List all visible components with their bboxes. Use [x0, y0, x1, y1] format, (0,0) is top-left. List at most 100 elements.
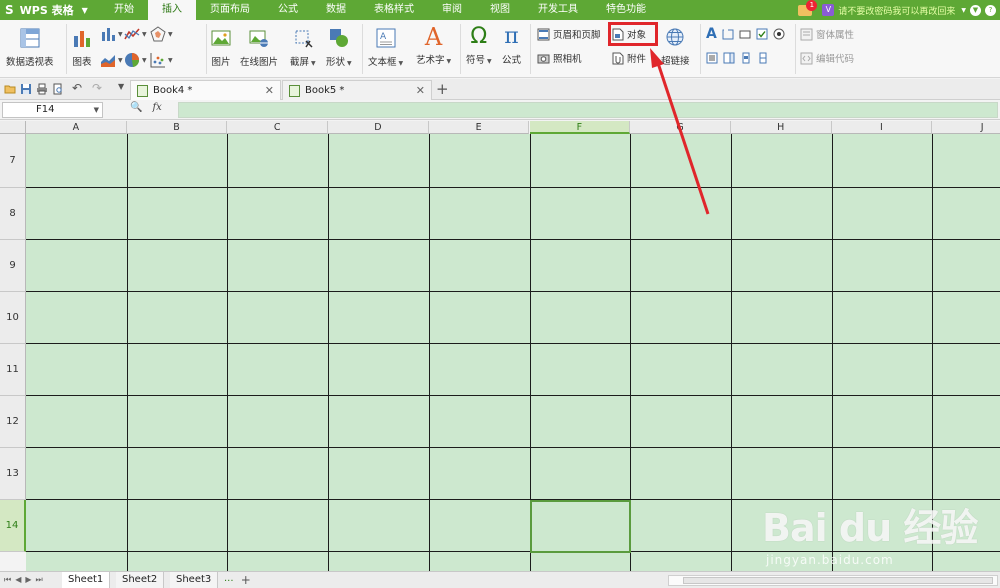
print-preview-icon[interactable] — [52, 83, 64, 95]
column-header-h[interactable]: H — [730, 121, 832, 134]
sheet-tab-2[interactable]: Sheet2 — [116, 572, 165, 588]
form-combobox-icon[interactable] — [723, 52, 735, 64]
form-label-icon[interactable]: A — [706, 26, 717, 42]
form-scrollbar-icon[interactable] — [740, 52, 752, 64]
more-sheets-icon[interactable]: ··· — [224, 576, 234, 587]
doc-tab-book5[interactable]: Book5 * ✕ — [282, 80, 432, 100]
edit-code-button[interactable]: 编辑代码 — [800, 51, 854, 65]
column-header-a[interactable]: A — [26, 121, 127, 134]
scatter-chart-dropdown[interactable]: ▼ — [150, 52, 173, 68]
sheet-nav-arrows-icon[interactable]: ⏮◀▶⏭ — [4, 575, 47, 585]
new-tab-plus-icon[interactable]: + — [436, 80, 449, 98]
row-header-9[interactable]: 9 — [0, 240, 26, 292]
screenshot-button[interactable]: 截屏 ▼ — [290, 28, 316, 68]
app-menu-button[interactable]: S WPS 表格 ▼ — [0, 0, 100, 20]
picture-button[interactable]: 图片 — [211, 28, 231, 68]
tab-start[interactable]: 开始 — [100, 0, 148, 20]
column-chart-dropdown[interactable]: ▼ — [100, 26, 123, 42]
promo-link[interactable]: 请不要改密码我可以再改回来 — [838, 4, 955, 17]
row-header-12[interactable]: 12 — [0, 396, 26, 448]
column-header-e[interactable]: E — [428, 121, 530, 134]
header-footer-button[interactable]: 页眉和页脚 — [537, 27, 601, 41]
shape-button[interactable]: 形状 ▼ — [326, 28, 352, 68]
redo-icon[interactable]: ↷ — [92, 81, 102, 95]
chevron-down-icon[interactable]: ▼ — [94, 103, 99, 117]
select-all-corner[interactable] — [0, 121, 26, 134]
doc-tab-book4[interactable]: Book4 * ✕ — [130, 80, 281, 100]
equation-button[interactable]: π 公式 — [502, 24, 521, 66]
radar-chart-dropdown[interactable]: ▼ — [150, 26, 173, 42]
zoom-function-icon[interactable]: 🔍 — [130, 102, 142, 113]
tab-formulas[interactable]: 公式 — [264, 0, 312, 20]
grid-line — [730, 134, 732, 571]
undo-icon[interactable]: ↶ — [72, 81, 82, 95]
horizontal-scrollbar[interactable] — [668, 575, 998, 586]
tab-page-layout[interactable]: 页面布局 — [196, 0, 264, 20]
form-checkbox-icon[interactable] — [756, 28, 768, 40]
menu-bar: S WPS 表格 ▼ 开始 插入 页面布局 公式 数据 表格样式 审阅 视图 开… — [0, 0, 1000, 20]
form-listbox-icon[interactable] — [706, 52, 718, 64]
scrollbar-thumb[interactable] — [683, 577, 993, 584]
form-group-box-icon[interactable] — [722, 28, 734, 40]
column-chart-icon — [102, 28, 115, 41]
tab-developer[interactable]: 开发工具 — [524, 0, 592, 20]
camera-button[interactable]: 照相机 — [537, 51, 582, 65]
chevron-down-icon[interactable]: ▼ — [961, 7, 966, 14]
tab-review[interactable]: 审阅 — [428, 0, 476, 20]
sheet-tab-1[interactable]: Sheet1 — [62, 572, 111, 588]
open-folder-icon[interactable] — [4, 83, 16, 95]
textbox-button[interactable]: A 文本框 ▼ — [368, 28, 403, 68]
form-properties-button[interactable]: 窗体属性 — [800, 27, 854, 41]
app-title: WPS 表格 — [19, 4, 74, 17]
column-header-f[interactable]: F — [529, 121, 631, 134]
form-radio-icon[interactable] — [773, 28, 785, 40]
column-header-i[interactable]: I — [831, 121, 933, 134]
hyperlink-button[interactable]: 超链接 — [661, 27, 690, 67]
symbol-button[interactable]: Ω 符号 ▼ — [466, 24, 492, 66]
pie-chart-dropdown[interactable]: ▼ — [124, 52, 147, 68]
column-header-g[interactable]: G — [630, 121, 731, 134]
row-header-14[interactable]: 14 — [0, 500, 26, 552]
column-header-b[interactable]: B — [126, 121, 228, 134]
selected-cell[interactable] — [529, 500, 632, 553]
user-center-icon[interactable]: ▼ — [970, 4, 981, 16]
chevron-down-icon: ▼ — [81, 5, 88, 15]
row-header-10[interactable]: 10 — [0, 292, 26, 344]
help-icon[interactable]: ? — [985, 4, 996, 16]
column-header-d[interactable]: D — [328, 121, 429, 134]
tab-view[interactable]: 视图 — [476, 0, 524, 20]
tab-special[interactable]: 特色功能 — [592, 0, 660, 20]
tab-table-style[interactable]: 表格样式 — [360, 0, 428, 20]
tab-insert[interactable]: 插入 — [148, 0, 196, 20]
mail-icon[interactable]: 1 — [798, 0, 818, 16]
form-spinner-icon[interactable] — [757, 52, 769, 64]
menu-tabs: 开始 插入 页面布局 公式 数据 表格样式 审阅 视图 开发工具 特色功能 — [100, 0, 660, 20]
close-icon[interactable]: ✕ — [416, 84, 425, 97]
quick-access-dropdown-icon[interactable]: ▼ — [118, 82, 124, 94]
formula-input[interactable] — [178, 102, 998, 118]
tab-data[interactable]: 数据 — [312, 0, 360, 20]
line-chart-dropdown[interactable]: ▼ — [124, 26, 147, 42]
column-header-c[interactable]: C — [227, 121, 329, 134]
online-picture-button[interactable]: 在线图片 — [240, 28, 278, 68]
row-header-13[interactable]: 13 — [0, 448, 26, 500]
add-sheet-icon[interactable]: + — [241, 573, 251, 587]
grid-line — [126, 134, 128, 571]
form-button-icon[interactable] — [739, 28, 751, 40]
print-icon[interactable] — [36, 83, 48, 95]
sheet-tab-3[interactable]: Sheet3 — [170, 572, 219, 588]
save-icon[interactable] — [20, 83, 32, 95]
name-box[interactable]: F14 ▼ — [2, 102, 103, 118]
wordart-button[interactable]: A 艺术字 ▼ — [416, 24, 451, 66]
close-icon[interactable]: ✕ — [265, 84, 274, 97]
column-header-j[interactable]: J — [932, 121, 1000, 134]
row-header-8[interactable]: 8 — [0, 188, 26, 240]
insert-function-icon[interactable]: fx — [152, 102, 161, 113]
area-chart-dropdown[interactable]: ▼ — [100, 52, 123, 68]
chart-button[interactable]: 图表 — [72, 28, 92, 68]
row-header-11[interactable]: 11 — [0, 344, 26, 396]
row-header-7[interactable]: 7 — [0, 134, 26, 188]
pivot-table-button[interactable]: 数据透视表 — [6, 28, 54, 68]
vip-icon[interactable]: V — [822, 4, 835, 16]
attachment-button[interactable]: 附件 — [612, 51, 646, 65]
